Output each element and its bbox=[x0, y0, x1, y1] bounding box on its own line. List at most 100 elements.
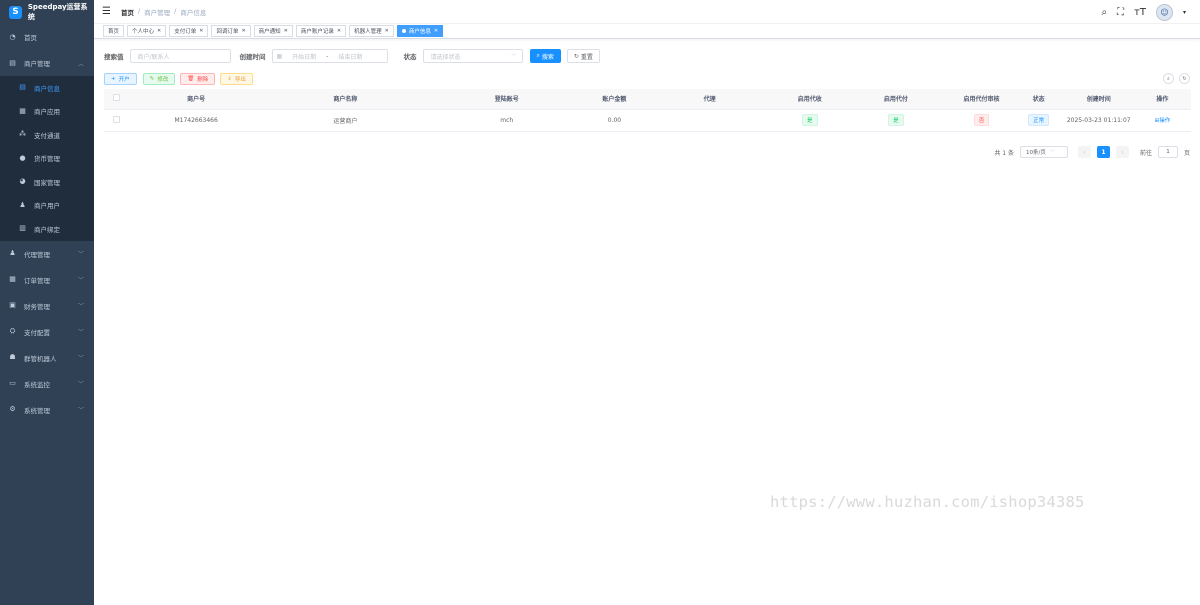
cell-payout-review: 否 bbox=[949, 109, 1014, 132]
breadcrumb-sep: / bbox=[174, 6, 177, 15]
close-icon[interactable]: ✕ bbox=[284, 28, 288, 34]
tag-account-record[interactable]: 商户账户记录 ✕ bbox=[295, 25, 347, 37]
sidebar-item-merchant-info[interactable]: ▤ 商户信息 bbox=[0, 76, 94, 100]
search-button[interactable]: ⌕ 搜索 bbox=[529, 49, 561, 63]
agent-icon: ♟ bbox=[9, 249, 16, 257]
date-end: 结束日期 bbox=[338, 53, 363, 61]
tag-home[interactable]: 首页 bbox=[103, 25, 125, 37]
date-range-picker[interactable]: ▦ 开始日期 - 结束日期 bbox=[271, 49, 388, 63]
sidebar-item-country[interactable]: ◕ 国家管理 bbox=[0, 170, 94, 194]
fullscreen-icon[interactable]: ⛶ bbox=[1117, 7, 1124, 18]
edit-button[interactable]: ✎ 修改 bbox=[142, 73, 176, 85]
select-all-checkbox[interactable] bbox=[112, 94, 120, 102]
cell-amount: 0.00 bbox=[586, 109, 642, 132]
sidebar-item-order[interactable]: ▦ 订单管理 ﹀ bbox=[0, 267, 94, 293]
sidebar-item-merchant[interactable]: ▤ 商户管理 ︿ bbox=[0, 50, 94, 76]
close-icon[interactable]: ✕ bbox=[241, 28, 245, 34]
sidebar-item-merchant-app[interactable]: ▦ 商户应用 bbox=[0, 100, 94, 124]
download-icon: ⇓ bbox=[227, 76, 232, 82]
plus-icon: + bbox=[111, 76, 116, 82]
close-icon[interactable]: ✕ bbox=[157, 28, 161, 34]
font-size-icon[interactable]: ᴛT bbox=[1134, 7, 1146, 18]
search-icon[interactable]: ⌕ bbox=[1101, 7, 1107, 18]
search-toggle-icon[interactable]: ⌕ bbox=[1163, 73, 1174, 84]
sidebar-item-merchant-user[interactable]: ♟ 商户用户 bbox=[0, 194, 94, 218]
logo-icon: S bbox=[9, 5, 22, 19]
status-label: 状态 bbox=[403, 53, 417, 61]
tag-merchant-info[interactable]: 商户信息 ✕ bbox=[396, 25, 444, 37]
export-button[interactable]: ⇓ 导出 bbox=[220, 73, 253, 85]
avatar[interactable]: ☺ bbox=[1155, 4, 1173, 21]
close-icon[interactable]: ✕ bbox=[385, 28, 389, 34]
sidebar: S Speedpay运营系统 ◔ 首页 ▤ 商户管理 ︿ ▤ 商户信息 ▦ 商户… bbox=[0, 0, 94, 605]
op-dropdown[interactable]: ⊞操作 bbox=[1155, 118, 1171, 124]
refresh-icon[interactable]: ↻ bbox=[1179, 73, 1190, 84]
sidebar-item-robot[interactable]: ☗ 群管机器人 ﹀ bbox=[0, 345, 94, 371]
merchant-table: 商户号 商户名称 登陆账号 账户金额 代理 启用代收 启用代付 启用代付审核 状… bbox=[104, 89, 1191, 132]
tag-merchant-notify[interactable]: 商户通知 ✕ bbox=[253, 25, 293, 37]
page-number: 1 bbox=[1101, 148, 1106, 156]
keyword-input[interactable]: 商户/联系人 bbox=[129, 49, 231, 63]
col-mch-no: 商户号 bbox=[128, 89, 265, 110]
table-header: 商户号 商户名称 登陆账号 账户金额 代理 启用代收 启用代付 启用代付审核 状… bbox=[104, 89, 1191, 110]
sidebar-item-home[interactable]: ◔ 首页 bbox=[0, 24, 94, 50]
status-placeholder: 请选择状态 bbox=[430, 53, 461, 61]
close-icon[interactable]: ✕ bbox=[434, 28, 438, 34]
tag-profile[interactable]: 个人中心 ✕ bbox=[127, 25, 167, 37]
sidebar-item-finance[interactable]: ▣ 财务管理 ﹀ bbox=[0, 293, 94, 319]
next-page-button[interactable]: › bbox=[1115, 146, 1129, 158]
sidebar-item-label: 货币管理 bbox=[34, 155, 60, 164]
breadcrumb-merchant: 商户管理 bbox=[144, 8, 171, 17]
sidebar-item-label: 支付通道 bbox=[34, 131, 60, 140]
delete-button[interactable]: 🗑 删除 bbox=[180, 73, 216, 85]
keyword-label: 搜索值 bbox=[104, 53, 124, 61]
prev-page-button[interactable]: ‹ bbox=[1077, 146, 1091, 158]
col-collect: 启用代收 bbox=[777, 89, 843, 110]
reset-button[interactable]: ↻ 重置 bbox=[566, 49, 600, 63]
cell-payout: 是 bbox=[842, 109, 950, 132]
col-payout: 启用代付 bbox=[842, 89, 950, 110]
chevron-down-icon: ﹀ bbox=[77, 251, 84, 258]
collect-badge: 是 bbox=[801, 114, 818, 126]
date-sep: - bbox=[326, 52, 329, 60]
sidebar-item-monitor[interactable]: ▭ 系统监控 ﹀ bbox=[0, 371, 94, 397]
country-icon: ◕ bbox=[19, 177, 26, 186]
add-button[interactable]: + 开户 bbox=[104, 73, 137, 85]
channel-icon: ⁂ bbox=[19, 130, 26, 139]
breadcrumb-home[interactable]: 首页 bbox=[121, 7, 134, 17]
sidebar-item-agent[interactable]: ♟ 代理管理 ﹀ bbox=[0, 241, 94, 267]
tag-callback-order[interactable]: 回调订单 ✕ bbox=[211, 25, 251, 37]
close-icon[interactable]: ✕ bbox=[199, 28, 203, 34]
tag-robot[interactable]: 机器人管理 ✕ bbox=[349, 25, 394, 37]
pagination: 共 1 条 10条/页 ﹀ ‹ 1 › 前往 1 页 bbox=[994, 146, 1190, 158]
app-logo[interactable]: S Speedpay运营系统 bbox=[0, 0, 94, 24]
page-1-button[interactable]: 1 bbox=[1096, 146, 1110, 158]
tag-label: 机器人管理 bbox=[354, 29, 382, 35]
caret-down-icon[interactable]: ▾ bbox=[1183, 9, 1186, 16]
status-select[interactable]: 请选择状态 ﹀ bbox=[422, 49, 523, 63]
reset-button-label: 重置 bbox=[580, 53, 593, 61]
tag-label: 首页 bbox=[108, 29, 120, 35]
goto-input[interactable]: 1 bbox=[1157, 146, 1178, 158]
sidebar-item-currency[interactable]: ● 货币管理 bbox=[0, 147, 94, 171]
col-payout-review: 启用代付审核 bbox=[949, 89, 1014, 110]
row-checkbox[interactable] bbox=[112, 115, 120, 123]
tag-pay-order[interactable]: 支付订单 ✕ bbox=[169, 25, 209, 37]
close-icon[interactable]: ✕ bbox=[337, 28, 341, 34]
pager-total: 共 1 条 bbox=[994, 149, 1014, 157]
table-row[interactable]: M1742663466 运营商户 mch 0.00 是 是 否 正常 2025-… bbox=[104, 109, 1191, 132]
sidebar-item-system[interactable]: ⚙ 系统管理 ﹀ bbox=[0, 397, 94, 423]
action-bar: + 开户 ✎ 修改 🗑 删除 ⇓ 导出 bbox=[104, 73, 253, 85]
cell-op: ⊞操作 bbox=[1133, 109, 1191, 132]
sidebar-item-label: 商户信息 bbox=[34, 84, 60, 93]
chevron-down-icon: ﹀ bbox=[1049, 149, 1055, 156]
sidebar-item-merchant-bind[interactable]: ▥ 商户绑定 bbox=[0, 217, 94, 241]
payout-badge: 是 bbox=[888, 114, 904, 126]
sidebar-item-pay-config[interactable]: ⛭ 支付配置 ﹀ bbox=[0, 319, 94, 345]
user-icon: ♟ bbox=[19, 200, 26, 209]
hamburger-icon[interactable]: ☰ bbox=[102, 6, 111, 17]
tag-label: 商户信息 bbox=[408, 29, 431, 35]
search-button-label: 搜索 bbox=[541, 53, 554, 61]
page-size-select[interactable]: 10条/页 ﹀ bbox=[1019, 146, 1068, 158]
sidebar-item-pay-channel[interactable]: ⁂ 支付通道 bbox=[0, 123, 94, 147]
